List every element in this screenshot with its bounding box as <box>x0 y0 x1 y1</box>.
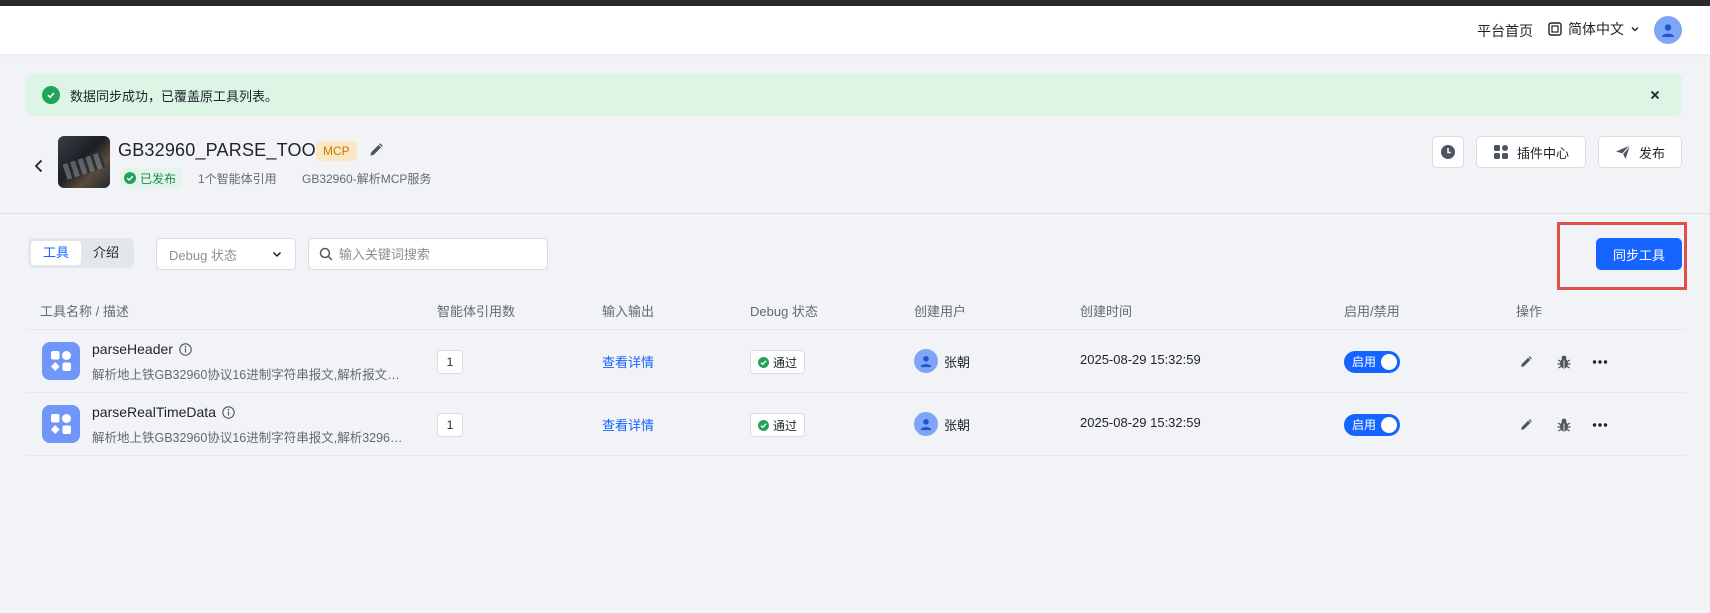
agent-ref-count[interactable]: 1 <box>437 350 463 374</box>
agent-reference-count: 1个智能体引用 <box>198 172 277 186</box>
send-icon <box>1615 145 1631 159</box>
tool-thumbnail <box>58 136 110 188</box>
avatar <box>914 349 938 373</box>
chevron-down-icon <box>272 251 282 258</box>
col-debug-status: Debug 状态 <box>750 304 818 319</box>
tool-header: GB32960_PARSE_TOOL MCP 已发布 1个智能体引用 GB329… <box>0 130 1710 214</box>
user-icon <box>920 356 932 368</box>
check-circle-icon <box>124 172 136 184</box>
created-time: 2025-08-29 15:32:59 <box>1080 415 1201 430</box>
debug-status-text: 通过 <box>773 355 798 370</box>
user-avatar[interactable] <box>1654 16 1682 44</box>
creator-user: 张朝 <box>914 349 970 373</box>
tool-shapes-icon <box>42 342 80 380</box>
user-icon <box>920 419 932 431</box>
search-input[interactable] <box>338 246 537 262</box>
created-time: 2025-08-29 15:32:59 <box>1080 352 1201 367</box>
published-status-badge: 已发布 <box>120 168 183 188</box>
tool-name: parseHeader <box>92 341 192 357</box>
tool-shapes-icon <box>42 405 80 443</box>
debug-pass-badge: 通过 <box>750 350 806 374</box>
enable-toggle[interactable]: 启用 <box>1344 351 1400 373</box>
tab-tools[interactable]: 工具 <box>31 241 82 265</box>
check-circle-icon <box>42 86 60 104</box>
debug-pass-badge: 通过 <box>750 413 806 437</box>
close-icon[interactable] <box>1646 86 1664 104</box>
debug-status-select[interactable]: Debug 状态 <box>156 238 296 270</box>
agent-ref-count[interactable]: 1 <box>437 413 463 437</box>
debug-status-placeholder: Debug 状态 <box>169 247 237 263</box>
sync-tools-button[interactable]: 同步工具 <box>1596 238 1682 270</box>
check-circle-icon <box>758 419 769 431</box>
plugin-center-button[interactable]: 插件中心 <box>1476 136 1586 168</box>
chevron-down-icon <box>1631 27 1639 32</box>
col-created-time: 创建时间 <box>1080 304 1133 319</box>
view-details-link[interactable]: 查看详情 <box>602 352 654 371</box>
debug-status-text: 通过 <box>773 418 798 433</box>
platform-home-link[interactable]: 平台首页 <box>1477 21 1533 41</box>
enable-toggle[interactable]: 启用 <box>1344 414 1400 436</box>
tool-name: parseRealTimeData <box>92 404 235 420</box>
col-enable-disable: 启用/禁用 <box>1344 304 1400 319</box>
col-creator: 创建用户 <box>914 304 967 319</box>
creator-user: 张朝 <box>914 412 970 436</box>
success-alert: 数据同步成功，已覆盖原工具列表。 <box>26 74 1682 116</box>
plugin-grid-icon <box>1493 145 1508 159</box>
col-name-desc: 工具名称 / 描述 <box>40 304 129 319</box>
view-details-link[interactable]: 查看详情 <box>602 415 654 434</box>
page-title: GB32960_PARSE_TOOL <box>118 140 327 160</box>
edit-pencil-icon[interactable] <box>1516 352 1536 372</box>
top-navbar: 平台首页 简体中文 <box>0 6 1710 54</box>
language-icon <box>1548 22 1562 36</box>
user-icon <box>1662 24 1674 37</box>
creator-name: 张朝 <box>944 417 971 433</box>
mcp-tag: MCP <box>316 141 357 161</box>
tool-description: 解析地上铁GB32960协议16进制字符串报文,解析报文头部信息 <box>92 368 408 382</box>
more-options-icon[interactable] <box>1590 415 1610 435</box>
publish-label: 发布 <box>1638 145 1665 161</box>
edit-pencil-icon[interactable] <box>1516 415 1536 435</box>
publish-button[interactable]: 发布 <box>1598 136 1682 168</box>
language-label: 简体中文 <box>1568 21 1624 37</box>
col-agent-refs: 智能体引用数 <box>437 304 516 319</box>
back-chevron-icon[interactable] <box>30 154 48 178</box>
more-options-icon[interactable] <box>1590 352 1610 372</box>
tool-name-text: parseRealTimeData <box>92 404 216 420</box>
clock-icon <box>1441 145 1455 159</box>
status-label: 已发布 <box>140 171 177 186</box>
plugin-center-label: 插件中心 <box>1516 145 1569 161</box>
tool-toolbar: 工具 介绍 Debug 状态 <box>0 232 1710 272</box>
search-icon <box>319 247 333 261</box>
view-tabs: 工具 介绍 <box>28 238 135 268</box>
avatar <box>914 412 938 436</box>
service-name: GB32960-解析MCP服务 <box>302 172 432 186</box>
history-button[interactable] <box>1432 136 1464 168</box>
language-switcher[interactable]: 简体中文 <box>1548 19 1640 39</box>
tab-intro[interactable]: 介绍 <box>81 241 131 265</box>
col-actions: 操作 <box>1516 304 1543 319</box>
debug-bug-icon[interactable] <box>1554 352 1574 372</box>
col-io: 输入输出 <box>602 304 655 319</box>
alert-message: 数据同步成功，已覆盖原工具列表。 <box>70 88 279 104</box>
check-circle-icon <box>758 356 769 368</box>
search-box <box>308 238 548 270</box>
info-icon[interactable] <box>179 342 192 356</box>
tool-name-text: parseHeader <box>92 341 173 357</box>
edit-pencil-icon[interactable] <box>368 142 384 158</box>
tool-description: 解析地上铁GB32960协议16进制字符串报文,解析32960实时数据 <box>92 431 408 445</box>
creator-name: 张朝 <box>944 354 971 370</box>
info-icon[interactable] <box>222 405 235 419</box>
table-header: 工具名称 / 描述 智能体引用数 输入输出 Debug 状态 创建用户 创建时间… <box>26 290 1686 330</box>
table-row: parseHeader 解析地上铁GB32960协议16进制字符串报文,解析报文… <box>26 330 1686 393</box>
tools-table: 工具名称 / 描述 智能体引用数 输入输出 Debug 状态 创建用户 创建时间… <box>26 290 1686 456</box>
table-row: parseRealTimeData 解析地上铁GB32960协议16进制字符串报… <box>26 393 1686 456</box>
debug-bug-icon[interactable] <box>1554 415 1574 435</box>
